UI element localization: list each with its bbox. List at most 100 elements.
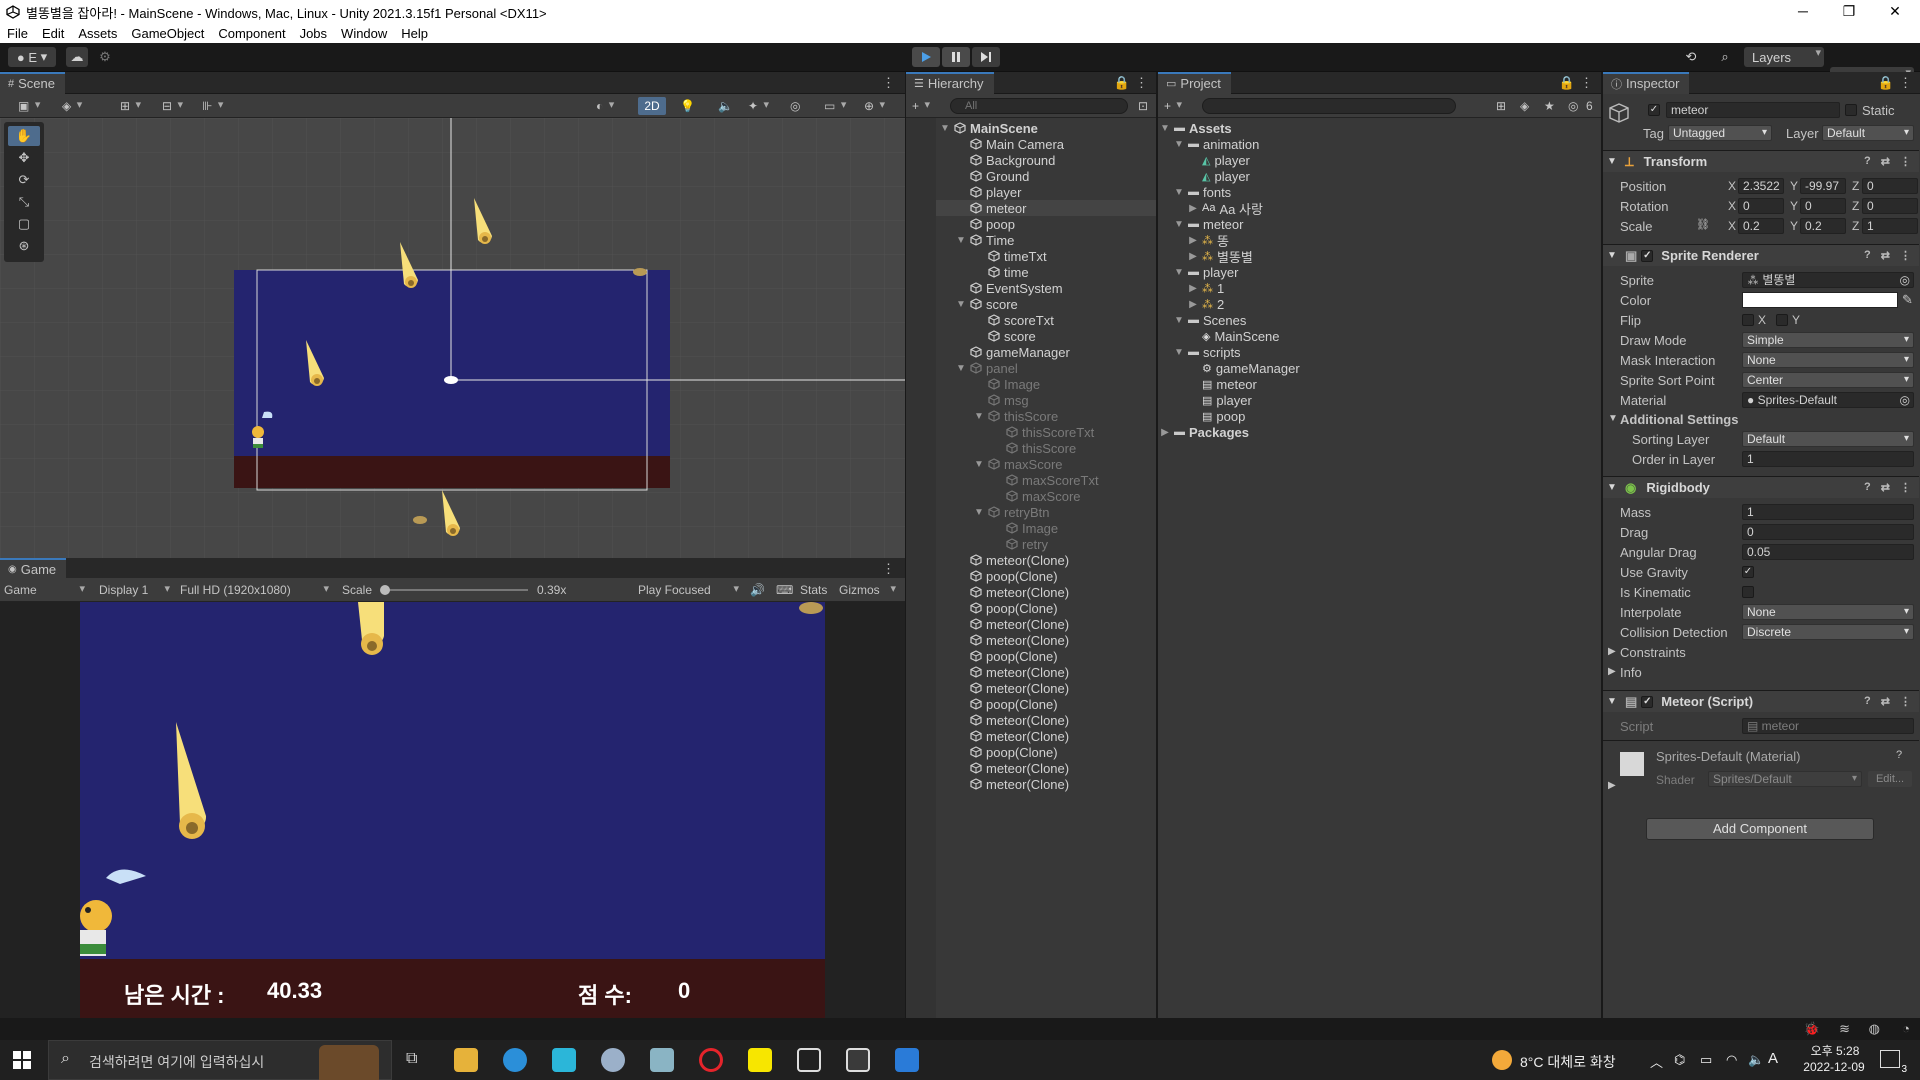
hierarchy-item[interactable]: thisScore <box>992 440 1076 456</box>
stats-button[interactable]: Stats <box>800 583 827 597</box>
project-item[interactable]: ▼ ▬ scripts <box>1174 344 1241 360</box>
collision-detection-dropdown[interactable]: Discrete <box>1742 624 1914 640</box>
context-menu-icon[interactable]: ⋮ <box>1900 155 1911 168</box>
hierarchy-item[interactable]: meteor(Clone) <box>956 632 1069 648</box>
hierarchy-item[interactable]: meteor(Clone) <box>956 616 1069 632</box>
volume-icon[interactable]: 🔈 <box>1748 1052 1764 1068</box>
presets-icon[interactable]: ⇄ <box>1881 155 1890 168</box>
static-checkbox[interactable] <box>1845 104 1857 116</box>
project-item[interactable]: ⚙ gameManager <box>1188 360 1300 376</box>
fold-open-icon[interactable]: ▼ <box>1174 219 1184 230</box>
help-icon[interactable]: ? <box>1864 481 1871 494</box>
debug-icon[interactable]: 🐞 <box>1804 1021 1820 1037</box>
sprite-renderer-component-header[interactable]: ▼ ▣ ✓ Sprite Renderer ? ⇄ ⋮ <box>1603 244 1919 266</box>
context-menu-icon[interactable]: ⋮ <box>1900 695 1911 708</box>
fold-open-icon[interactable]: ▼ <box>956 235 966 246</box>
favorite-icon[interactable]: ★ <box>1544 99 1555 113</box>
lock-icon[interactable]: 🔒 <box>1114 75 1130 91</box>
project-item[interactable]: ▼ ▬ Scenes <box>1174 312 1246 328</box>
pos-z-field[interactable]: 0 <box>1862 178 1918 194</box>
fold-open-icon[interactable]: ▼ <box>940 123 950 134</box>
presets-icon[interactable]: ⇄ <box>1881 249 1890 262</box>
active-checkbox[interactable]: ✓ <box>1648 104 1660 116</box>
keyboard-icon[interactable]: ⌨ <box>776 583 793 597</box>
file-explorer-icon[interactable] <box>454 1048 478 1072</box>
fold-open-icon[interactable]: ▼ <box>974 459 984 470</box>
shading-dropdown[interactable]: ◐ <box>596 98 617 113</box>
clock-time[interactable]: 오후 5:28 <box>1800 1042 1870 1059</box>
search-button[interactable]: ⌕ <box>1712 47 1738 67</box>
hierarchy-search-input[interactable] <box>950 98 1128 114</box>
project-item[interactable]: ◭ player <box>1188 168 1250 184</box>
scl-y-field[interactable]: 0.2 <box>1800 218 1846 234</box>
hierarchy-item[interactable]: Main Camera <box>956 136 1064 152</box>
object-picker-icon[interactable]: ◎ <box>1900 393 1910 407</box>
close-button[interactable]: ✕ <box>1872 0 1918 24</box>
fold-open-icon[interactable]: ▼ <box>956 363 966 374</box>
step-button[interactable] <box>972 47 1000 67</box>
fold-closed-icon[interactable]: ▶ <box>1188 235 1198 246</box>
scale-slider-thumb[interactable] <box>380 585 390 595</box>
project-item[interactable]: ▶ Aa Aa 사랑 <box>1188 200 1263 217</box>
project-item[interactable]: ◭ player <box>1188 152 1250 168</box>
help-icon[interactable]: ? <box>1864 249 1871 262</box>
increment-snap-dropdown[interactable]: ⊟ <box>162 98 186 113</box>
edge-icon[interactable] <box>503 1048 527 1072</box>
panel-menu-icon[interactable]: ⋮ <box>1899 75 1912 91</box>
menu-help[interactable]: Help <box>394 26 435 41</box>
hierarchy-item[interactable]: meteor(Clone) <box>956 552 1069 568</box>
hand-tool-icon[interactable]: ✋ <box>8 126 40 146</box>
project-search-input[interactable] <box>1202 98 1456 114</box>
fold-open-icon[interactable]: ▼ <box>1160 123 1170 134</box>
project-create-dropdown[interactable]: + <box>1164 98 1185 113</box>
hierarchy-item[interactable]: ▼ Time <box>956 232 1014 248</box>
flip-x-checkbox[interactable] <box>1742 314 1754 326</box>
tab-project[interactable]: ▭ Project <box>1158 71 1231 94</box>
hierarchy-item[interactable]: poop(Clone) <box>956 648 1058 664</box>
tab-hierarchy[interactable]: ☰ Hierarchy <box>906 71 994 94</box>
angular-drag-field[interactable]: 0.05 <box>1742 544 1914 560</box>
flip-y-checkbox[interactable] <box>1776 314 1788 326</box>
scene-visibility-icon[interactable]: ⊡ <box>1138 99 1148 113</box>
maximize-button[interactable]: ❐ <box>1826 0 1872 24</box>
battery-icon[interactable]: ▭ <box>1700 1052 1712 1068</box>
game-view[interactable]: 남은 시간 : 40.33 점 수: 0 <box>0 602 905 1018</box>
object-name-field[interactable]: meteor <box>1666 102 1840 118</box>
project-item[interactable]: ▤ poop <box>1188 408 1245 424</box>
fold-closed-icon[interactable]: ▶ <box>1188 203 1198 214</box>
hierarchy-item[interactable]: meteor(Clone) <box>956 712 1069 728</box>
hierarchy-item[interactable]: time <box>974 264 1029 280</box>
rot-y-field[interactable]: 0 <box>1800 198 1846 214</box>
clock-date[interactable]: 2022-12-09 <box>1794 1060 1874 1074</box>
cloud-button[interactable]: ☁ <box>66 47 88 67</box>
lighting-status-icon[interactable]: ◍ <box>1869 1021 1880 1037</box>
fold-open-icon[interactable]: ▼ <box>1174 267 1184 278</box>
tab-game[interactable]: ◉ Game <box>0 557 67 580</box>
account-dropdown[interactable]: ● E ▾ <box>8 47 56 67</box>
wifi-icon[interactable]: ◠ <box>1726 1052 1737 1068</box>
project-item[interactable]: ▤ meteor <box>1188 376 1257 392</box>
resolution-dropdown[interactable]: Full HD (1920x1080) <box>180 582 332 597</box>
lighting-icon[interactable]: 💡 <box>680 99 695 113</box>
menu-jobs[interactable]: Jobs <box>293 26 334 41</box>
scl-z-field[interactable]: 1 <box>1862 218 1918 234</box>
app-icon[interactable] <box>552 1048 576 1072</box>
fold-open-icon[interactable]: ▼ <box>1174 187 1184 198</box>
axis-z-label[interactable]: Z <box>1852 179 1859 193</box>
scl-x-field[interactable]: 0.2 <box>1738 218 1784 234</box>
eyedropper-icon[interactable]: ✎ <box>1902 292 1913 308</box>
hierarchy-item[interactable]: Image <box>974 376 1040 392</box>
project-item[interactable]: ◈ MainScene <box>1188 328 1280 344</box>
notepad-icon[interactable] <box>650 1048 674 1072</box>
fold-open-icon[interactable]: ▼ <box>956 299 966 310</box>
color-swatch[interactable] <box>1742 292 1898 308</box>
axis-x-label[interactable]: X <box>1728 199 1736 213</box>
interpolate-dropdown[interactable]: None <box>1742 604 1914 620</box>
sprite-field[interactable]: ⁂ 별똥별 ◎ <box>1742 272 1914 288</box>
shader-edit-button[interactable]: Edit... <box>1868 771 1912 787</box>
draw-mode-dropdown[interactable]: Simple <box>1742 332 1914 348</box>
hierarchy-item[interactable]: meteor(Clone) <box>956 664 1069 680</box>
panel-menu-icon[interactable]: ⋮ <box>882 75 895 91</box>
hierarchy-item[interactable]: meteor(Clone) <box>956 584 1069 600</box>
fold-closed-icon[interactable]: ▶ <box>1160 427 1170 438</box>
